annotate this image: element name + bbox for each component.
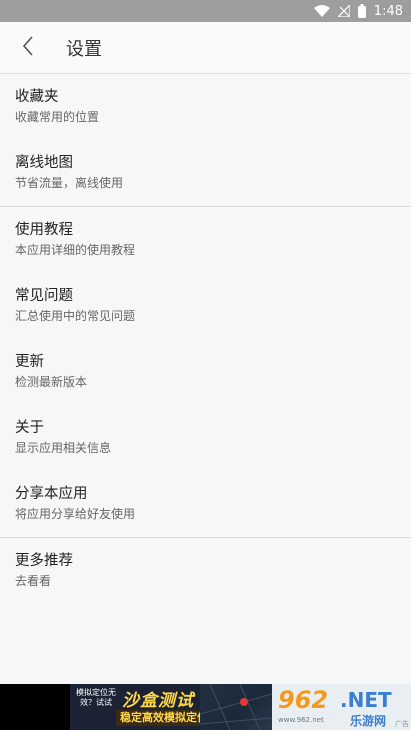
settings-item-tutorial[interactable]: 使用教程 本应用详细的使用教程	[0, 207, 411, 273]
item-title: 更新	[15, 354, 44, 370]
settings-item-update[interactable]: 更新 检测最新版本	[0, 339, 411, 405]
back-button[interactable]	[0, 22, 56, 74]
item-title: 收藏夹	[15, 89, 59, 105]
item-title: 关于	[15, 420, 44, 436]
item-subtitle: 节省流量，离线使用	[15, 176, 124, 190]
item-title: 分享本应用	[15, 486, 88, 502]
page-title: 设置	[66, 38, 102, 60]
item-subtitle: 收藏常用的位置	[15, 110, 100, 124]
settings-item-about[interactable]: 关于 显示应用相关信息	[0, 405, 411, 471]
battery-icon	[357, 4, 366, 18]
ad-title: 沙盒测试	[122, 691, 194, 711]
item-subtitle: 去看看	[15, 574, 52, 588]
item-title: 离线地图	[15, 155, 73, 171]
item-subtitle: 检测最新版本	[15, 375, 88, 389]
back-arrow-icon	[22, 35, 34, 60]
item-subtitle: 将应用分享给好友使用	[15, 507, 136, 521]
wifi-icon	[313, 5, 330, 17]
status-bar: 1:48	[0, 0, 411, 22]
map-pin-icon	[199, 684, 273, 730]
ad-mark: 广告	[395, 720, 409, 728]
ad-logo-number: 962	[278, 686, 329, 714]
settings-list: 收藏夹 收藏常用的位置 离线地图 节省流量，离线使用 使用教程 本应用详细的使用…	[0, 74, 411, 604]
ad-logo-cn: 乐游网	[350, 714, 387, 728]
ad-banner[interactable]: 模拟定位无效？试试 沙盒测试 稳定高效模拟定位 962 .NET 乐游网 www…	[0, 684, 411, 730]
ad-map-image	[199, 684, 273, 730]
item-title: 使用教程	[15, 222, 73, 238]
ad-subtitle: 稳定高效模拟定位	[116, 710, 212, 726]
item-subtitle: 本应用详细的使用教程	[15, 243, 136, 257]
settings-item-more[interactable]: 更多推荐 去看看	[0, 538, 411, 604]
item-title: 常见问题	[15, 288, 73, 304]
app-bar: 设置	[0, 22, 411, 74]
ad-logo-url: www.962.net	[278, 716, 324, 724]
ad-logo-net: .NET	[340, 688, 392, 712]
signal-off-icon	[337, 5, 350, 17]
settings-item-share[interactable]: 分享本应用 将应用分享给好友使用	[0, 471, 411, 537]
settings-item-offline-map[interactable]: 离线地图 节省流量，离线使用	[0, 140, 411, 206]
ad-small-text: 模拟定位无效？试试	[76, 688, 116, 707]
settings-item-faq[interactable]: 常见问题 汇总使用中的常见问题	[0, 273, 411, 339]
ad-image-left	[0, 684, 70, 730]
settings-item-favorites[interactable]: 收藏夹 收藏常用的位置	[0, 74, 411, 140]
item-title: 更多推荐	[15, 553, 73, 569]
item-subtitle: 汇总使用中的常见问题	[15, 309, 136, 323]
item-subtitle: 显示应用相关信息	[15, 441, 112, 455]
status-time: 1:48	[373, 3, 403, 19]
